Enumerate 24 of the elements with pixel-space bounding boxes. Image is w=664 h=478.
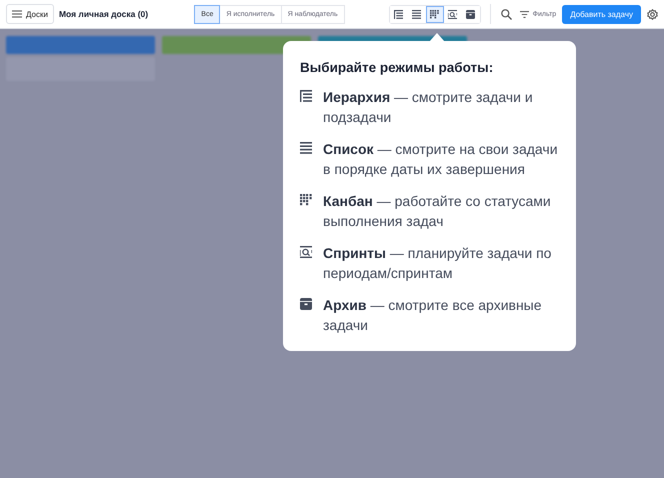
list-icon	[412, 10, 422, 18]
grid-icon	[430, 10, 440, 18]
settings-icon[interactable]	[647, 8, 658, 20]
sprint-icon	[300, 246, 312, 258]
board-title: Моя личная доска (0)	[58, 9, 148, 19]
mode-description: Канбан — работайте со статусами выполнения задач	[323, 192, 552, 231]
boards-button[interactable]: Доски	[6, 4, 54, 24]
menu-icon	[12, 10, 22, 18]
archive-box-icon	[300, 298, 312, 310]
filter-icon	[520, 10, 529, 18]
mode-description: Иерархия — смотрите задачи и подзадачи	[323, 88, 534, 127]
list-icon	[300, 142, 312, 154]
view-mode-button[interactable]	[426, 6, 444, 22]
mode-description: Архив — смотрите все архивные задачи	[323, 296, 543, 335]
popover-title: Выбирайте режимы работы:	[300, 60, 494, 75]
search-icon[interactable]	[500, 8, 512, 20]
sprint-icon	[448, 10, 458, 18]
grid-icon	[300, 194, 312, 206]
hierarchy-icon	[300, 90, 312, 102]
add-task-button[interactable]: Добавить задачу	[562, 4, 641, 24]
mode-description: Спринты — планируйте задачи по периодам/спринтам	[323, 244, 552, 283]
hierarchy-icon	[394, 10, 404, 18]
archive-box-icon	[466, 10, 476, 18]
mode-description: Список — смотрите на свои задачи в порядке даты их завершения	[323, 140, 559, 179]
